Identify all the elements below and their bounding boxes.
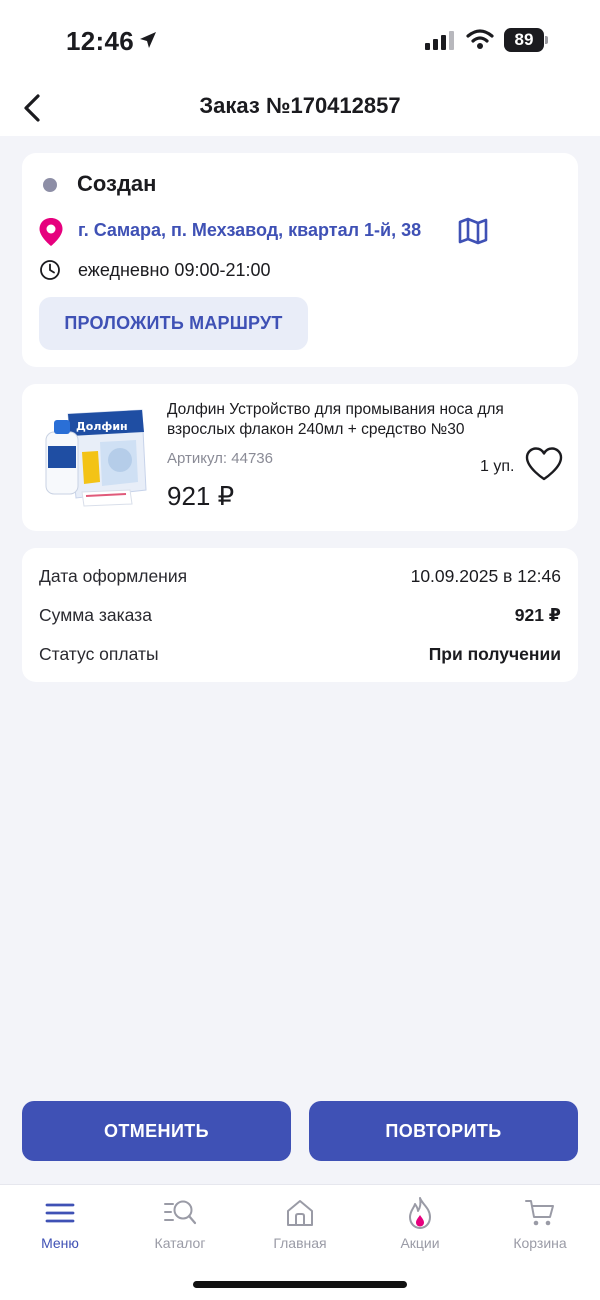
product-card[interactable]: Долфин Долфин Устройство для промывания … (22, 384, 578, 531)
home-indicator (193, 1281, 407, 1288)
header: Заказ №170412857 (0, 80, 600, 136)
location-arrow-icon (138, 30, 158, 55)
tab-menu-label: Меню (41, 1235, 79, 1251)
clock-icon (39, 259, 61, 286)
payment-status-row: Статус оплаты При получении (39, 644, 561, 668)
payment-status-value: При получении (428, 644, 561, 664)
pharmacy-address-link[interactable]: г. Самара, п. Мехзавод, квартал 1-й, 38 (78, 220, 421, 241)
tab-promotions-label: Акции (400, 1235, 440, 1251)
order-screen: 12:46 89 Заказ №170412857 Создан г. Сама… (0, 0, 600, 1300)
cart-icon (525, 1200, 554, 1226)
payment-status-label: Статус оплаты (39, 644, 159, 664)
product-image: Долфин (38, 402, 150, 512)
order-total-value: 921 ₽ (514, 605, 561, 625)
status-time: 12:46 (66, 26, 134, 56)
tab-catalog[interactable]: Каталог (120, 1185, 240, 1265)
tab-cart-label: Корзина (513, 1235, 567, 1251)
product-sku: Артикул: 44736 (167, 450, 273, 467)
tab-cart[interactable]: Корзина (480, 1185, 600, 1265)
order-status: Создан (77, 171, 157, 196)
status-bar: 12:46 89 (0, 0, 600, 80)
order-total-label: Сумма заказа (39, 605, 152, 625)
order-date-value: 10.09.2025 в 12:46 (410, 566, 561, 586)
location-pin-icon (38, 217, 64, 252)
menu-icon (45, 1203, 75, 1223)
product-price: 921 ₽ (167, 481, 235, 511)
product-image-brand: Долфин (76, 420, 128, 433)
tab-promotions[interactable]: Акции (360, 1185, 480, 1265)
cancel-order-button[interactable]: ОТМЕНИТЬ (22, 1101, 291, 1161)
product-quantity: 1 уп. (480, 458, 515, 475)
tab-home-label: Главная (273, 1235, 327, 1251)
build-route-button[interactable]: ПРОЛОЖИТЬ МАРШРУТ (39, 297, 308, 350)
flame-icon (409, 1197, 431, 1229)
heart-icon[interactable] (524, 446, 564, 487)
status-dot (43, 178, 57, 192)
wifi-icon (466, 28, 494, 55)
catalog-search-icon (164, 1200, 197, 1225)
cellular-signal-icon (425, 30, 457, 55)
page-title: Заказ №170412857 (199, 93, 401, 118)
order-info-card: Дата оформления 10.09.2025 в 12:46 Сумма… (22, 548, 578, 682)
product-name[interactable]: Долфин Устройство для промывания носа дл… (167, 400, 557, 440)
tab-home[interactable]: Главная (240, 1185, 360, 1265)
battery-indicator: 89 (504, 28, 548, 52)
repeat-order-button[interactable]: ПОВТОРИТЬ (309, 1101, 578, 1161)
order-date-label: Дата оформления (39, 566, 188, 586)
order-date-row: Дата оформления 10.09.2025 в 12:46 (39, 566, 561, 590)
home-icon (287, 1200, 313, 1226)
order-total-row: Сумма заказа 921 ₽ (39, 605, 561, 629)
tab-menu[interactable]: Меню (0, 1185, 120, 1265)
tab-catalog-label: Каталог (154, 1235, 206, 1251)
map-icon[interactable] (458, 217, 488, 250)
order-status-card: Создан г. Самара, п. Мехзавод, квартал 1… (22, 153, 578, 367)
working-hours: ежедневно 09:00-21:00 (78, 260, 271, 280)
battery-level: 89 (504, 28, 544, 52)
